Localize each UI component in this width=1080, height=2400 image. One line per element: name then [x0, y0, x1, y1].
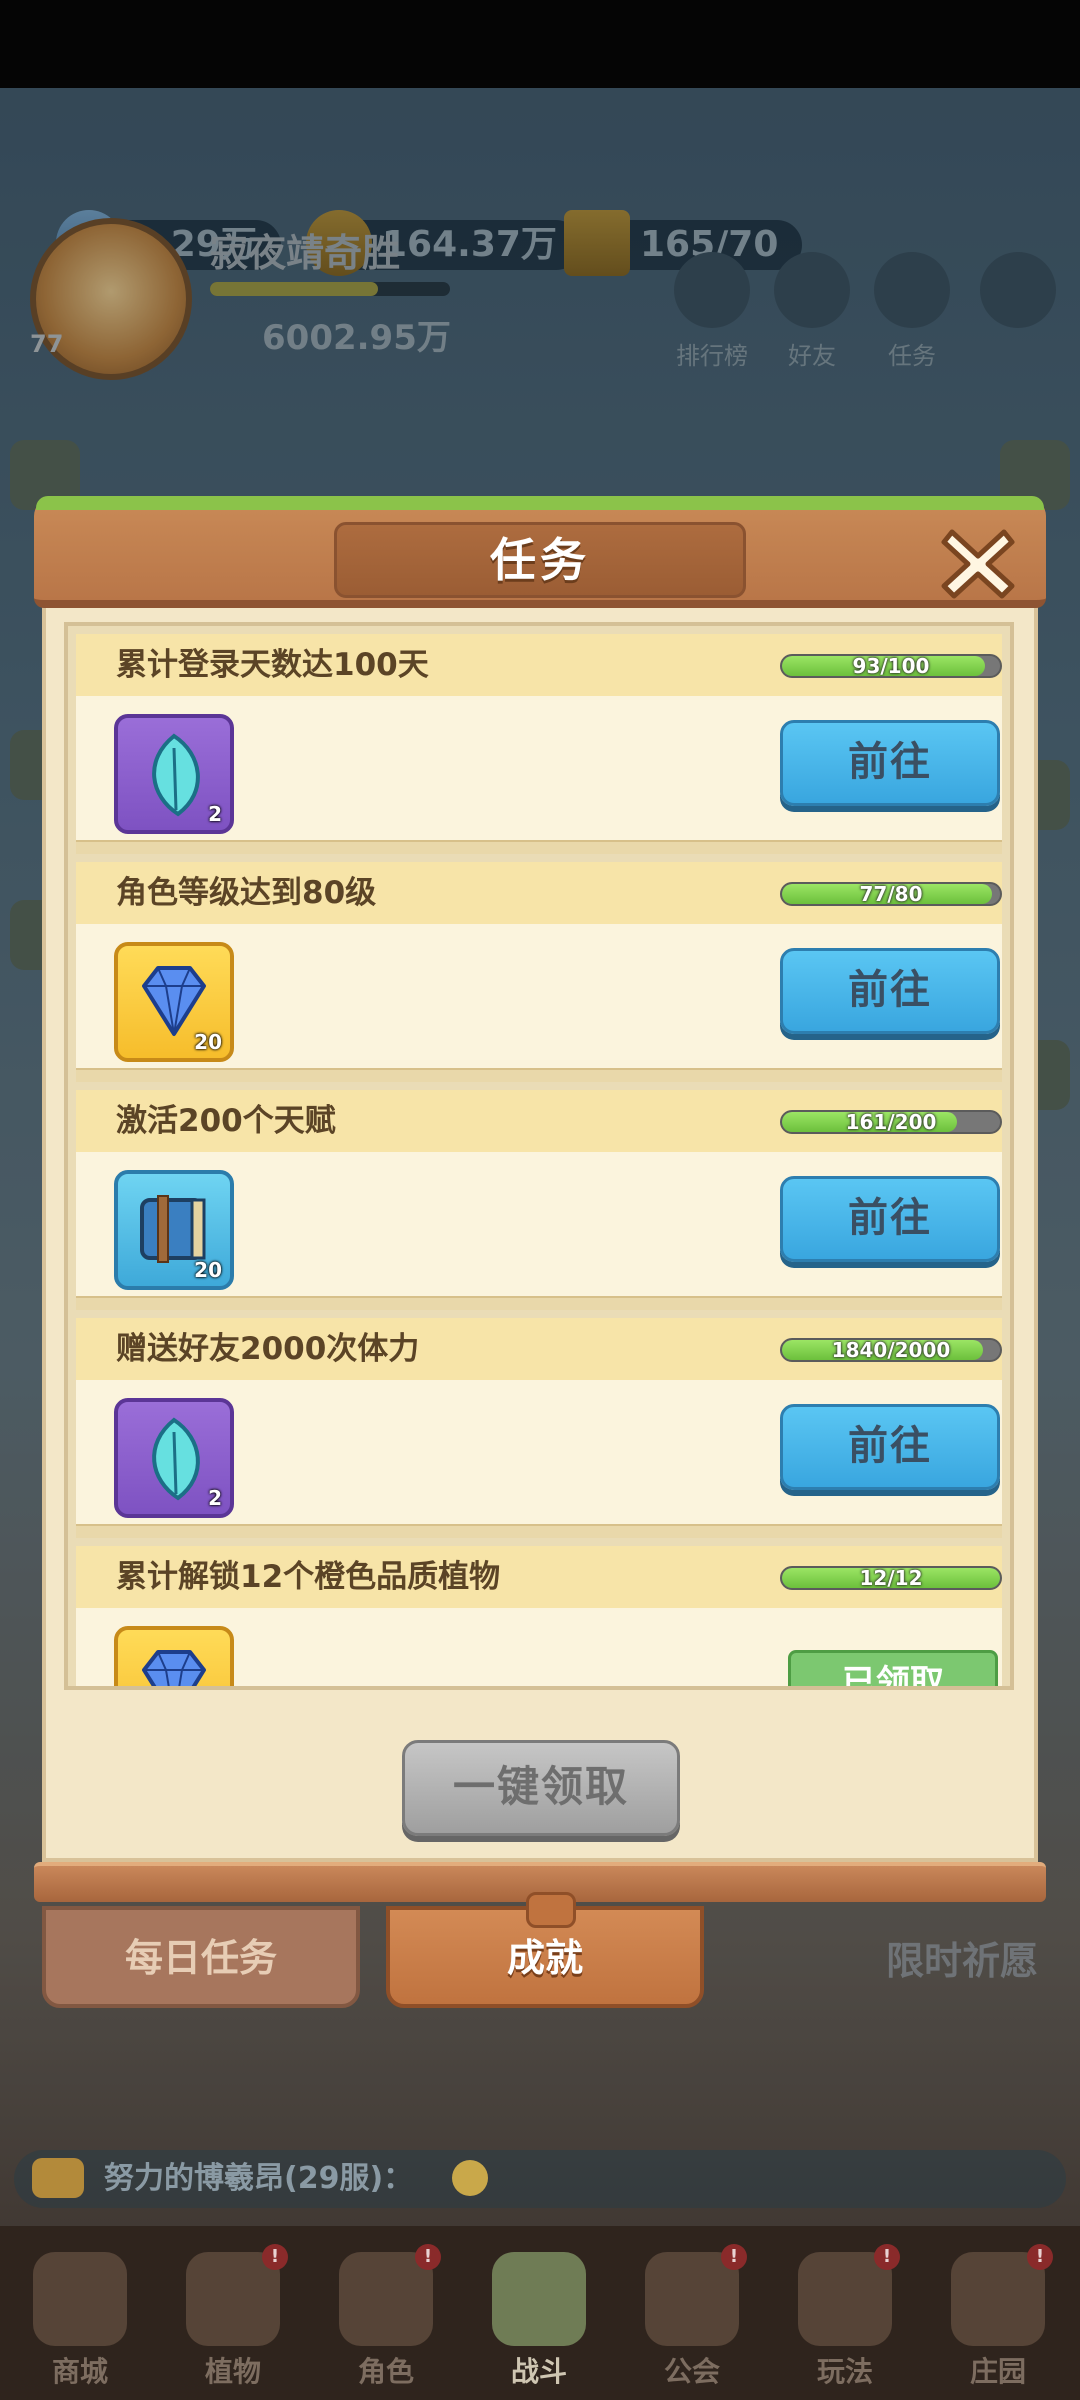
nav-character[interactable]: 角色! — [311, 2240, 461, 2390]
reward-item[interactable]: 20 — [114, 1170, 234, 1290]
go-button[interactable]: 前往 — [780, 1176, 1000, 1262]
task-title: 赠送好友2000次体力 — [116, 1331, 420, 1367]
progress-text: 161/200 — [845, 1110, 937, 1134]
reward-count: 2 — [208, 1486, 222, 1510]
task-title: 激活200个天赋 — [116, 1103, 336, 1139]
nav-label: 植物 — [204, 2355, 261, 2388]
progress-text: 93/100 — [852, 654, 930, 678]
notification-badge: ! — [721, 2244, 747, 2270]
progress-text: 12/12 — [859, 1566, 923, 1590]
reward-count: 2 — [208, 802, 222, 826]
task-progress-bar: 93/100 — [780, 654, 1002, 678]
title-plate: 任务 — [334, 522, 746, 598]
nav-label: 玩法 — [816, 2355, 873, 2388]
leaf-icon — [152, 1417, 200, 1501]
nav-gameplay[interactable]: 玩法! — [770, 2240, 920, 2390]
bottom-nav: 商城 植物! 角色! 战斗 公会! 玩法! 庄园! — [0, 2226, 1080, 2400]
notification-badge: ! — [415, 2244, 441, 2270]
reward-item[interactable]: 2 — [114, 1398, 234, 1518]
card-footer — [76, 1068, 1002, 1082]
chat-bar[interactable]: 努力的博羲昂(29服)： — [14, 2150, 1066, 2208]
task-progress-bar: 161/200 — [780, 1110, 1002, 1134]
task-card: 激活200个天赋 161/200 20 前往 — [76, 1090, 1002, 1310]
card-footer — [76, 1524, 1002, 1538]
task-progress-bar: 77/80 — [780, 882, 1002, 906]
tab-achievements-label: 成就 — [506, 1936, 583, 1980]
nav-plants[interactable]: 植物! — [158, 2240, 308, 2390]
close-button[interactable] — [936, 520, 1020, 604]
nav-label: 庄园 — [969, 2355, 1026, 2388]
nav-shop[interactable]: 商城 — [5, 2240, 155, 2390]
nav-guild[interactable]: 公会! — [617, 2240, 767, 2390]
notification-badge: ! — [1027, 2244, 1053, 2270]
task-card: 累计登录天数达100天 93/100 2 前往 — [76, 634, 1002, 854]
close-icon — [941, 529, 1015, 599]
go-button[interactable]: 前往 — [780, 720, 1000, 806]
reward-item[interactable]: 2 — [114, 714, 234, 834]
go-button[interactable]: 前往 — [780, 948, 1000, 1034]
progress-text: 1840/2000 — [831, 1338, 951, 1362]
reward-item[interactable]: 20 — [114, 942, 234, 1062]
go-button[interactable]: 前往 — [780, 1404, 1000, 1490]
task-progress-bar: 12/12 — [780, 1566, 1002, 1590]
notification-badge: ! — [262, 2244, 288, 2270]
card-footer — [76, 840, 1002, 854]
reward-count: 20 — [194, 1258, 222, 1282]
reward-count: 20 — [194, 1030, 222, 1054]
tab-daily-tasks[interactable]: 每日任务 — [42, 1906, 360, 2008]
nav-label: 战斗 — [510, 2355, 567, 2388]
task-modal: 任务 累计登录天数达100天 93/100 2 前往 角色等级达到80级 77/… — [34, 492, 1046, 1904]
tab-achievements[interactable]: 成就 — [386, 1892, 704, 2008]
task-card: 累计解锁12个橙色品质植物 12/12 已领取 — [76, 1546, 1002, 1686]
claimed-stamp: 已领取 — [788, 1650, 998, 1686]
nav-label: 公会 — [663, 2355, 720, 2388]
task-title: 累计登录天数达100天 — [116, 647, 429, 683]
progress-text: 77/80 — [859, 882, 923, 906]
reward-item[interactable] — [114, 1626, 234, 1686]
modal-header: 任务 — [34, 496, 1046, 608]
nav-label: 商城 — [51, 2355, 108, 2388]
task-card: 角色等级达到80级 77/80 20 前往 — [76, 862, 1002, 1082]
emoji-icon — [452, 2160, 488, 2196]
task-progress-bar: 1840/2000 — [780, 1338, 1002, 1362]
header-grass-decoration — [36, 496, 1044, 510]
task-title: 角色等级达到80级 — [116, 875, 377, 911]
diamond-icon — [142, 1650, 206, 1686]
nav-manor[interactable]: 庄园! — [923, 2240, 1073, 2390]
task-list[interactable]: 累计登录天数达100天 93/100 2 前往 角色等级达到80级 77/80 … — [64, 622, 1014, 1690]
leaf-icon — [152, 733, 200, 817]
task-card: 赠送好友2000次体力 1840/2000 2 前往 — [76, 1318, 1002, 1538]
shop-icon — [33, 2252, 127, 2346]
chat-bubble-icon — [32, 2158, 84, 2198]
claim-all-button[interactable]: 一键领取 — [402, 1740, 680, 1836]
notification-badge: ! — [874, 2244, 900, 2270]
nav-battle[interactable]: 战斗 — [464, 2240, 614, 2390]
nav-label: 角色 — [357, 2355, 414, 2388]
chat-message: 努力的博羲昂(29服)： — [104, 2161, 414, 2196]
task-title: 累计解锁12个橙色品质植物 — [116, 1559, 501, 1595]
battle-icon — [492, 2252, 586, 2346]
modal-title: 任务 — [490, 533, 590, 587]
card-footer — [76, 1296, 1002, 1310]
active-tab-ornament-icon — [526, 1892, 576, 1928]
